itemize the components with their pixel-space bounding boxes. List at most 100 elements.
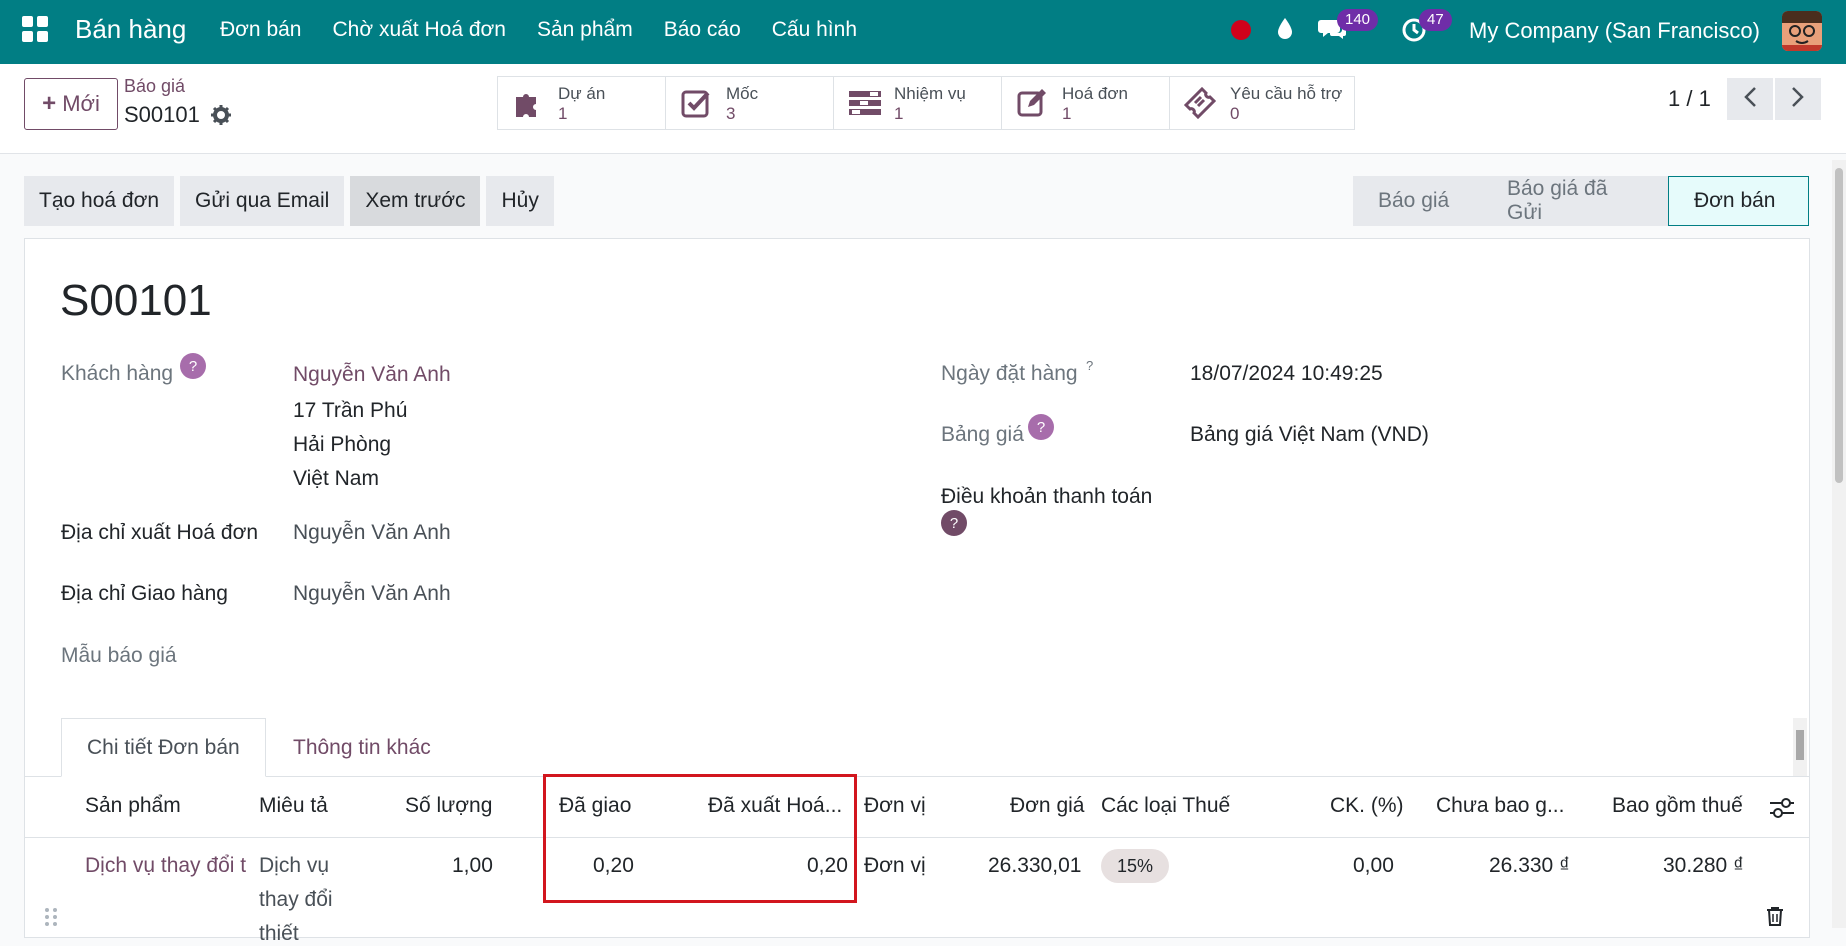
smart-button-label: Yêu cầu hỗ trợ (1230, 84, 1343, 103)
tab-other-info[interactable]: Thông tin khác (268, 718, 456, 777)
col-product[interactable]: Sản phẩm (85, 794, 181, 818)
col-taxes[interactable]: Các loại Thuế (1101, 794, 1230, 818)
new-button-label: Mới (62, 91, 100, 116)
smart-button-label: Mốc (726, 84, 759, 103)
status-bar: Báo giá Báo giá đã Gửi Đơn bán (1353, 176, 1809, 226)
row-discount[interactable]: 0,00 (1353, 854, 1394, 878)
puzzle-icon (512, 87, 544, 124)
row-tax-badge[interactable]: 15% (1101, 849, 1170, 883)
smart-button-value: 1 (1062, 104, 1072, 123)
control-panel: + Mới Báo giá S00101 Dự án 1 Mốc 3 Nhiệm… (0, 64, 1846, 154)
optional-columns-icon[interactable] (1769, 796, 1795, 825)
smart-button-label: Hoá đơn (1062, 84, 1128, 103)
drop-icon[interactable] (1275, 16, 1295, 47)
breadcrumb-parent[interactable]: Báo giá (124, 76, 185, 97)
smart-button-value: 1 (558, 104, 568, 123)
status-separator (1470, 176, 1482, 226)
drag-handle-icon[interactable] (44, 906, 58, 933)
customer-help-icon[interactable]: ? (180, 353, 206, 379)
ticket-icon (1183, 86, 1217, 124)
apps-menu-icon[interactable] (22, 16, 48, 42)
row-product[interactable]: Dịch vụ thay đổi t (85, 854, 251, 878)
create-invoice-button[interactable]: Tạo hoá đơn (24, 176, 175, 226)
edit-icon (1016, 87, 1048, 124)
status-quotation-sent[interactable]: Báo giá đã Gửi (1482, 176, 1668, 226)
smart-button-tasks[interactable]: Nhiệm vụ 1 (834, 77, 1002, 129)
pricelist-field[interactable]: Bảng giá Việt Nam (VND) (1190, 423, 1429, 447)
smart-buttons: Dự án 1 Mốc 3 Nhiệm vụ 1 Hoá đơn 1 Yêu c… (497, 76, 1355, 130)
new-button[interactable]: + Mới (24, 78, 118, 130)
company-switcher[interactable]: My Company (San Francisco) (1469, 18, 1760, 44)
send-email-button[interactable]: Gửi qua Email (180, 176, 345, 226)
col-quantity[interactable]: Số lượng (405, 794, 492, 818)
user-avatar[interactable] (1782, 11, 1822, 51)
invoice-address-field[interactable]: Nguyễn Văn Anh (293, 521, 451, 545)
chevron-left-icon (1743, 86, 1757, 113)
highlight-box (543, 774, 857, 903)
menu-item-products[interactable]: Sản phẩm (537, 18, 633, 42)
app-brand[interactable]: Bán hàng (75, 14, 186, 45)
col-uom[interactable]: Đơn vị (864, 794, 926, 818)
pager-previous-button[interactable] (1727, 78, 1773, 120)
col-discount[interactable]: CK. (%) (1330, 794, 1404, 818)
smart-button-label: Dự án (558, 84, 606, 103)
smart-button-value: 1 (894, 104, 904, 123)
delivery-address-field[interactable]: Nguyễn Văn Anh (293, 582, 451, 606)
pricelist-label: Bảng giá (941, 423, 1024, 446)
trash-icon[interactable] (1766, 906, 1784, 931)
smart-button-label: Nhiệm vụ (894, 84, 966, 103)
menu-item-configuration[interactable]: Cấu hình (772, 18, 857, 42)
col-total[interactable]: Bao gồm thuế (1612, 794, 1743, 818)
menu-item-reporting[interactable]: Báo cáo (664, 18, 741, 42)
top-navbar: Bán hàng Đơn bán Chờ xuất Hoá đơn Sản ph… (0, 0, 1846, 64)
address-line: 17 Trần Phú (293, 399, 408, 422)
row-quantity[interactable]: 1,00 (452, 854, 493, 878)
plus-icon: + (42, 90, 57, 117)
menu-item-to-invoice[interactable]: Chờ xuất Hoá đơn (333, 18, 506, 42)
menu-item-orders[interactable]: Đơn bán (220, 18, 302, 42)
chevron-right-icon (1791, 86, 1805, 113)
address-line: Hải Phòng (293, 433, 392, 456)
smart-button-invoices[interactable]: Hoá đơn 1 (1002, 77, 1170, 129)
cancel-button[interactable]: Hủy (486, 176, 554, 226)
breadcrumb-current: S00101 (124, 102, 200, 127)
row-description-line[interactable]: thay đổi (259, 888, 333, 912)
address-line: Việt Nam (293, 467, 379, 490)
status-quotation[interactable]: Báo giá (1353, 176, 1470, 226)
pricelist-help-icon[interactable]: ? (1028, 414, 1054, 440)
activities-badge: 47 (1419, 9, 1452, 31)
gear-icon[interactable] (210, 104, 232, 131)
payment-terms-help-icon[interactable]: ? (941, 510, 967, 536)
tab-order-lines[interactable]: Chi tiết Đơn bán (61, 718, 266, 777)
record-title: S00101 (60, 276, 212, 325)
invoice-address-label: Địa chỉ xuất Hoá đơn (61, 521, 259, 544)
row-total: 30.280 ₫ (1663, 854, 1744, 877)
status-sales-order: Đơn bán (1668, 176, 1809, 226)
customer-label: Khách hàng (61, 362, 174, 385)
row-description-line[interactable]: thiết (259, 922, 299, 946)
record-dot-icon[interactable] (1231, 20, 1251, 40)
preview-button[interactable]: Xem trước (350, 176, 481, 226)
messages-badge: 140 (1337, 9, 1379, 31)
row-unit-price[interactable]: 26.330,01 (988, 854, 1081, 878)
smart-button-tickets[interactable]: Yêu cầu hỗ trợ 0 (1170, 77, 1354, 129)
col-subtotal[interactable]: Chưa bao g... (1436, 794, 1564, 818)
order-date-help-mark[interactable]: ? (1086, 358, 1093, 373)
smart-button-value: 0 (1230, 104, 1240, 123)
payment-terms-label: Điều khoản thanh toán (941, 485, 1153, 508)
row-description-line[interactable]: Dịch vụ (259, 854, 329, 878)
tasks-icon (848, 87, 882, 124)
smart-button-milestones[interactable]: Mốc 3 (666, 77, 834, 129)
customer-name[interactable]: Nguyễn Văn Anh (293, 363, 451, 387)
col-description[interactable]: Miêu tả (259, 794, 328, 818)
page-scrollbar-thumb[interactable] (1835, 168, 1843, 483)
col-unit-price[interactable]: Đơn giá (1010, 794, 1084, 818)
smart-button-projects[interactable]: Dự án 1 (498, 77, 666, 129)
pager-next-button[interactable] (1775, 78, 1821, 120)
action-buttons: Tạo hoá đơn Gửi qua Email Xem trước Hủy (24, 176, 560, 226)
row-uom[interactable]: Đơn vị (864, 854, 926, 878)
order-date-field[interactable]: 18/07/2024 10:49:25 (1190, 362, 1383, 386)
row-subtotal: 26.330 ₫ (1489, 854, 1570, 877)
inner-scrollbar-thumb[interactable] (1796, 730, 1804, 760)
pager-value[interactable]: 1 / 1 (1668, 86, 1711, 112)
